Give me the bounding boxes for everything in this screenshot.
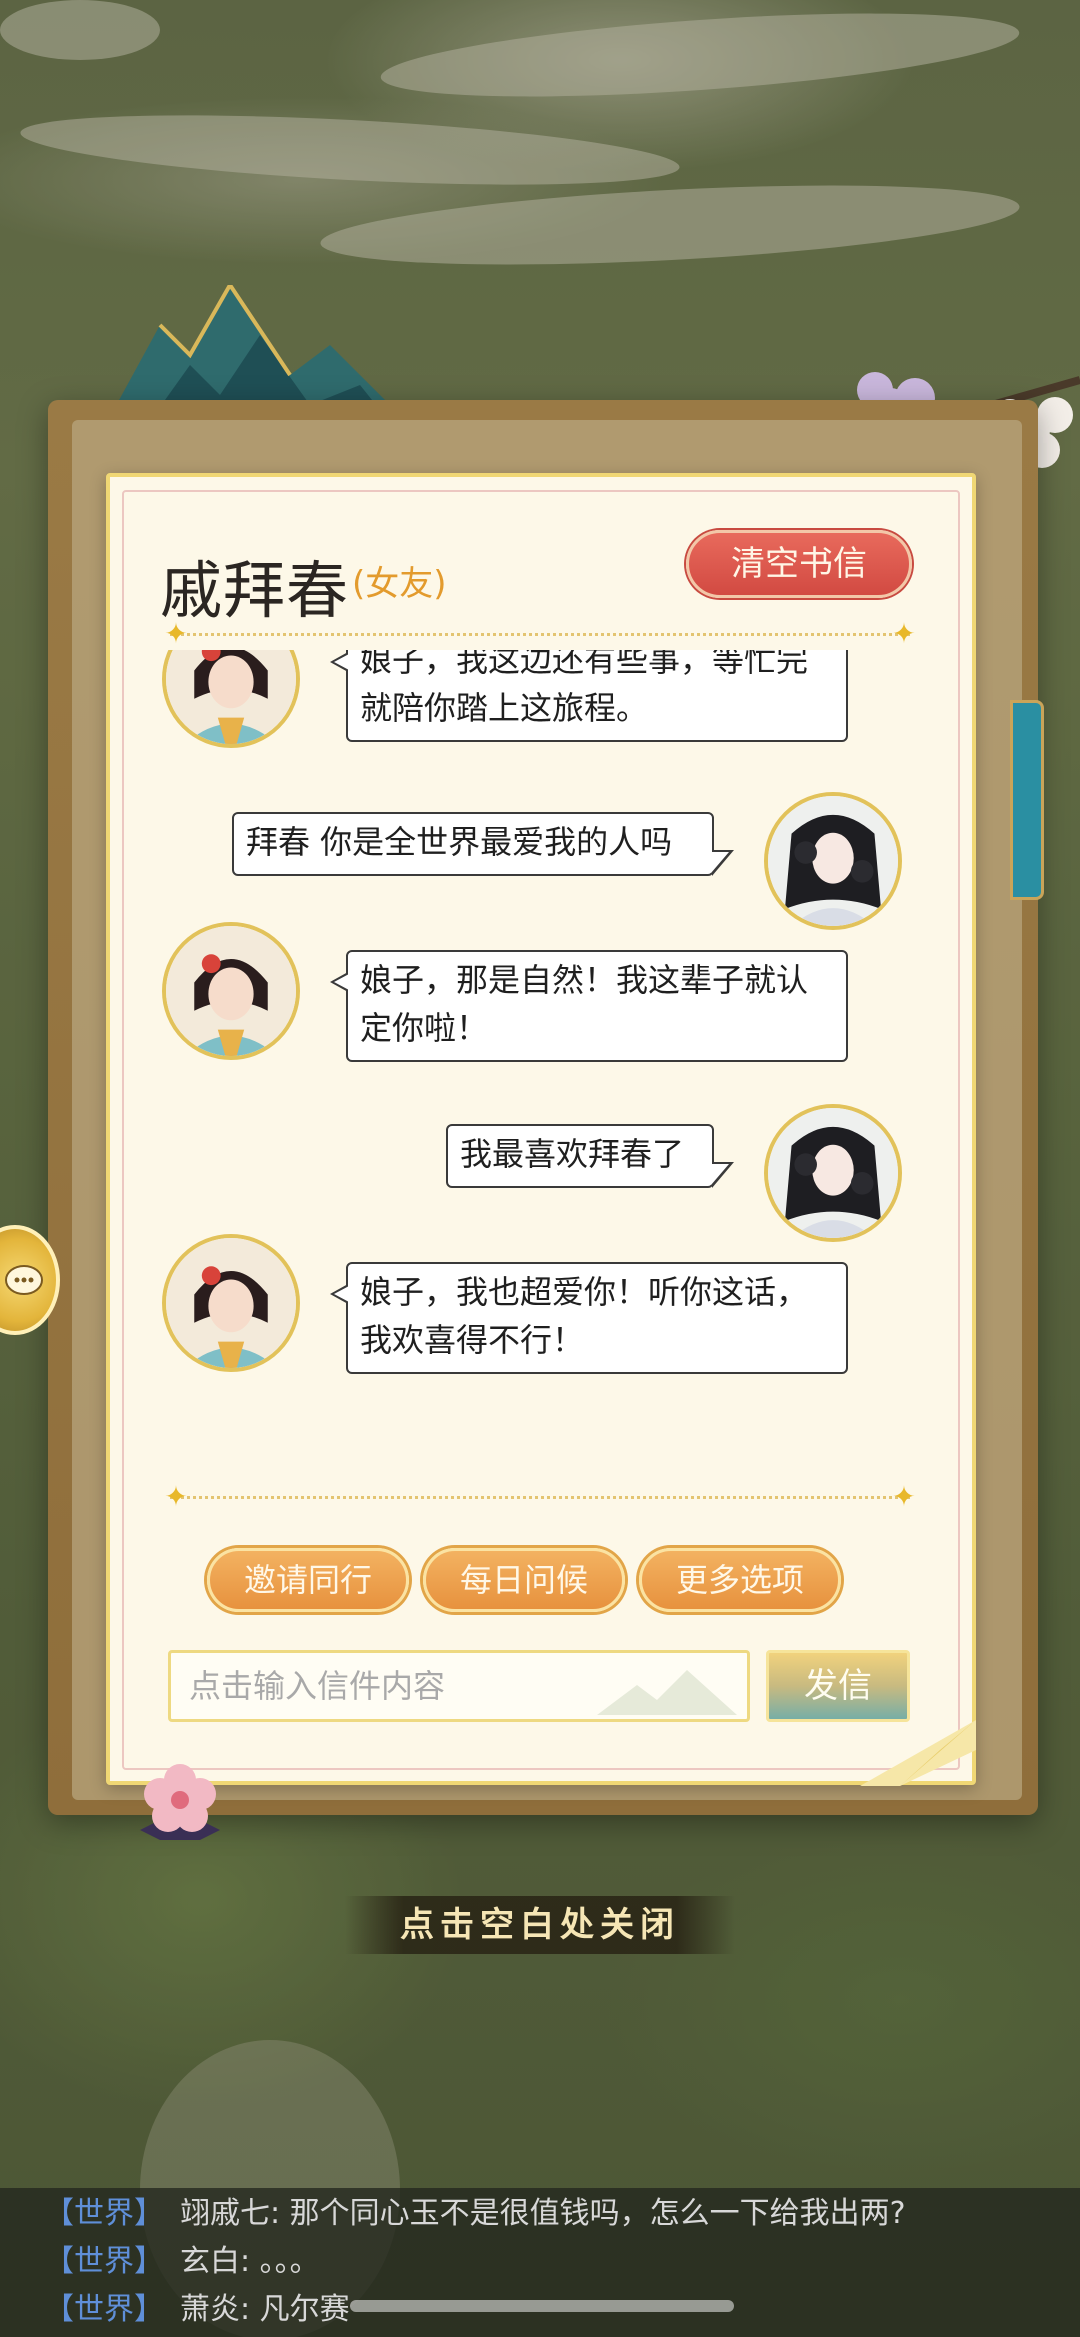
message-bubble-partner: 娘子，我这边还有些事，等忙完 就陪你踏上这旅程。 [330, 650, 848, 742]
chat-bubble-icon [5, 1265, 43, 1295]
message-bubble-partner: 娘子，那是自然！我这辈子就认 定你啦！ [330, 950, 848, 1062]
world-chat-line: 【世界】 翊戚七: 那个同心玉不是很值钱吗，怎么一下给我出两? [44, 2192, 906, 2236]
world-chat-text: 翊戚七: 那个同心玉不是很值钱吗，怎么一下给我出两? [180, 2196, 906, 2231]
invite-companion-button[interactable]: 邀请同行 [207, 1548, 409, 1612]
world-channel-tag: 【世界】 [44, 2244, 164, 2279]
ink-mountain-decoration [597, 1670, 737, 1715]
world-channel-tag: 【世界】 [44, 2292, 164, 2327]
partner-avatar [162, 922, 300, 1060]
self-avatar [764, 1104, 902, 1242]
world-chat-text: 萧炎: 凡尔赛 [180, 2292, 350, 2327]
message-bubble-partner: 娘子，我也超爱你！听你这话， 我欢喜得不行！ [330, 1262, 848, 1374]
message-text: 拜春 你是全世界最爱我的人吗 [246, 823, 673, 861]
message-text: 娘子，我这边还有些事，等忙完 [360, 650, 809, 679]
message-text: 就陪你踏上这旅程。 [360, 689, 649, 727]
world-chat-ticker[interactable]: 【世界】 翊戚七: 那个同心玉不是很值钱吗，怎么一下给我出两? 【世界】 玄白: 。… [0, 2188, 1080, 2337]
divider-star-icon: ✦ [164, 617, 188, 650]
flower-emblem-icon [140, 1764, 220, 1840]
contact-name: 戚拜春 [160, 554, 350, 627]
more-options-button[interactable]: 更多选项 [639, 1548, 841, 1612]
message-bubble-self: 拜春 你是全世界最爱我的人吗 [232, 812, 734, 876]
self-avatar [764, 792, 902, 930]
tap-to-close-hint[interactable]: 点击空白处关闭 [345, 1896, 735, 1954]
bottom-divider [170, 1496, 910, 1499]
divider-star-icon: ✦ [892, 617, 916, 650]
book-side-tab [1010, 700, 1044, 900]
daily-greeting-button[interactable]: 每日问候 [423, 1548, 625, 1612]
world-channel-tag: 【世界】 [44, 2196, 164, 2231]
input-placeholder: 点击输入信件内容 [189, 1667, 446, 1705]
message-text: 我最喜欢拜春了 [460, 1135, 685, 1173]
partner-avatar [162, 650, 300, 748]
message-bubble-self: 我最喜欢拜春了 [446, 1124, 734, 1188]
message-text: 我欢喜得不行！ [360, 1321, 585, 1359]
letter-content-input[interactable]: 点击输入信件内容 [168, 1650, 750, 1722]
message-text: 娘子，我也超爱你！听你这话， [360, 1273, 809, 1311]
divider-star-icon: ✦ [164, 1480, 188, 1513]
world-chat-line: 【世界】 萧炎: 凡尔赛 [44, 2288, 350, 2332]
message-text: 定你啦！ [360, 1009, 489, 1047]
divider-star-icon: ✦ [892, 1480, 916, 1513]
page-corner-fold [860, 1720, 976, 1786]
clear-letters-button[interactable]: 清空书信 [686, 530, 912, 598]
send-letter-button[interactable]: 发信 [766, 1650, 910, 1722]
message-list[interactable]: 娘子，我这边还有些事，等忙完 就陪你踏上这旅程。 拜春 你是全世界最爱我的人吗 … [150, 650, 930, 1470]
top-divider [170, 633, 910, 636]
message-text: 娘子，那是自然！我这辈子就认 [360, 961, 809, 999]
world-chat-text: 玄白: 。。。 [180, 2244, 320, 2279]
world-chat-line: 【世界】 玄白: 。。。 [44, 2240, 320, 2284]
partner-avatar [162, 1234, 300, 1372]
contact-relationship-tag: (女友) [352, 564, 447, 604]
home-indicator[interactable] [350, 2300, 734, 2312]
